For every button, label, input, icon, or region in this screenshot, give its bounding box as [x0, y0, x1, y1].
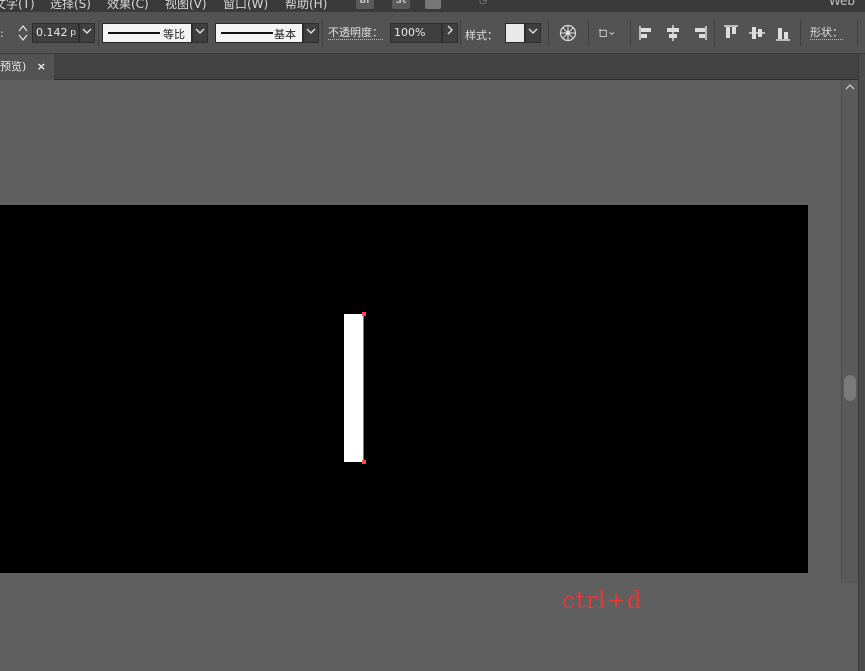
opacity-expand-button[interactable] [442, 23, 458, 43]
stroke-weight-value: 0.142 [36, 26, 68, 39]
divider [630, 20, 631, 46]
brush-dropdown[interactable] [303, 23, 319, 43]
menu-effect[interactable]: 效果(C) [107, 0, 149, 12]
chevron-down-icon [195, 28, 205, 34]
brush-preview-line [221, 32, 273, 34]
variable-width-profile[interactable]: 等比 [102, 23, 192, 43]
align-center-icon[interactable] [664, 24, 682, 42]
chevron-down-icon [306, 28, 316, 34]
align-middle-icon[interactable] [748, 24, 766, 42]
stock-button[interactable]: St [392, 0, 410, 9]
shortcut-annotation: ctrl+d [562, 588, 643, 614]
profile-label: 等比 [163, 28, 185, 41]
menu-select[interactable]: 选择(S) [50, 0, 91, 12]
style-label: 样式： [465, 29, 498, 42]
stroke-weight-input[interactable]: 0.142 p [32, 23, 79, 43]
document-tab-bar: 预览) × [0, 54, 865, 80]
brush-definition[interactable]: 基本 [215, 23, 303, 43]
graphic-style-swatch[interactable] [505, 23, 525, 43]
stroke-preview-line [108, 32, 160, 34]
close-icon[interactable]: × [37, 54, 46, 79]
document-tab[interactable]: 预览) × [0, 54, 54, 80]
anchor-point-handle[interactable] [362, 312, 366, 316]
stroke-weight-unit: p [70, 28, 76, 38]
control-bar: : 0.142 p 等比 基本 不透明度： 100% 样式： 形状： [0, 12, 865, 54]
bridge-button[interactable]: Br [356, 0, 374, 9]
menu-window[interactable]: 窗口(W) [223, 0, 268, 12]
panel-dock-edge [858, 54, 865, 671]
chevron-down-icon [82, 28, 92, 34]
brush-label: 基本 [274, 28, 296, 41]
scroll-up-icon[interactable] [845, 83, 855, 91]
divider [322, 20, 323, 46]
divider [460, 20, 461, 46]
anchor-point-handle[interactable] [362, 460, 366, 464]
profile-dropdown[interactable] [192, 23, 208, 43]
arrange-documents-icon[interactable] [425, 0, 441, 9]
shape-label[interactable]: 形状： [810, 27, 843, 40]
divider [800, 20, 801, 46]
align-bottom-icon[interactable] [774, 24, 792, 42]
transform-icon[interactable] [598, 24, 624, 42]
style-dropdown[interactable] [525, 23, 541, 43]
selected-rectangle[interactable] [344, 314, 364, 462]
artboard[interactable] [0, 205, 808, 573]
menu-bar: 文字(T) 选择(S) 效果(C) 视图(V) 窗口(W) 帮助(H) Br S… [0, 0, 865, 12]
workspace-switcher[interactable]: Web [829, 0, 855, 8]
spinner-icon[interactable] [17, 23, 29, 43]
menu-view[interactable]: 视图(V) [165, 0, 207, 12]
stroke-label-fragment: : [0, 27, 4, 40]
divider [98, 20, 99, 46]
gpu-performance-icon[interactable]: ◔ [472, 0, 494, 9]
document-tab-label: 预览) [0, 60, 27, 73]
chevron-right-icon [447, 25, 453, 35]
vertical-scrollbar[interactable] [841, 80, 858, 583]
align-right-icon[interactable] [690, 24, 708, 42]
canvas-area[interactable]: ctrl+d [0, 80, 841, 671]
align-left-icon[interactable] [638, 24, 656, 42]
divider [714, 20, 715, 46]
stroke-weight-dropdown[interactable] [79, 23, 95, 43]
divider [548, 20, 549, 46]
chevron-down-icon [528, 28, 538, 34]
opacity-input[interactable]: 100% [390, 23, 442, 43]
scrollbar-thumb[interactable] [844, 375, 856, 401]
menu-help[interactable]: 帮助(H) [285, 0, 327, 12]
divider [588, 20, 589, 46]
menu-type[interactable]: 文字(T) [0, 0, 35, 12]
recolor-icon[interactable] [559, 24, 577, 42]
align-top-icon[interactable] [722, 24, 740, 42]
divider [857, 20, 858, 46]
opacity-label[interactable]: 不透明度： [328, 27, 383, 40]
